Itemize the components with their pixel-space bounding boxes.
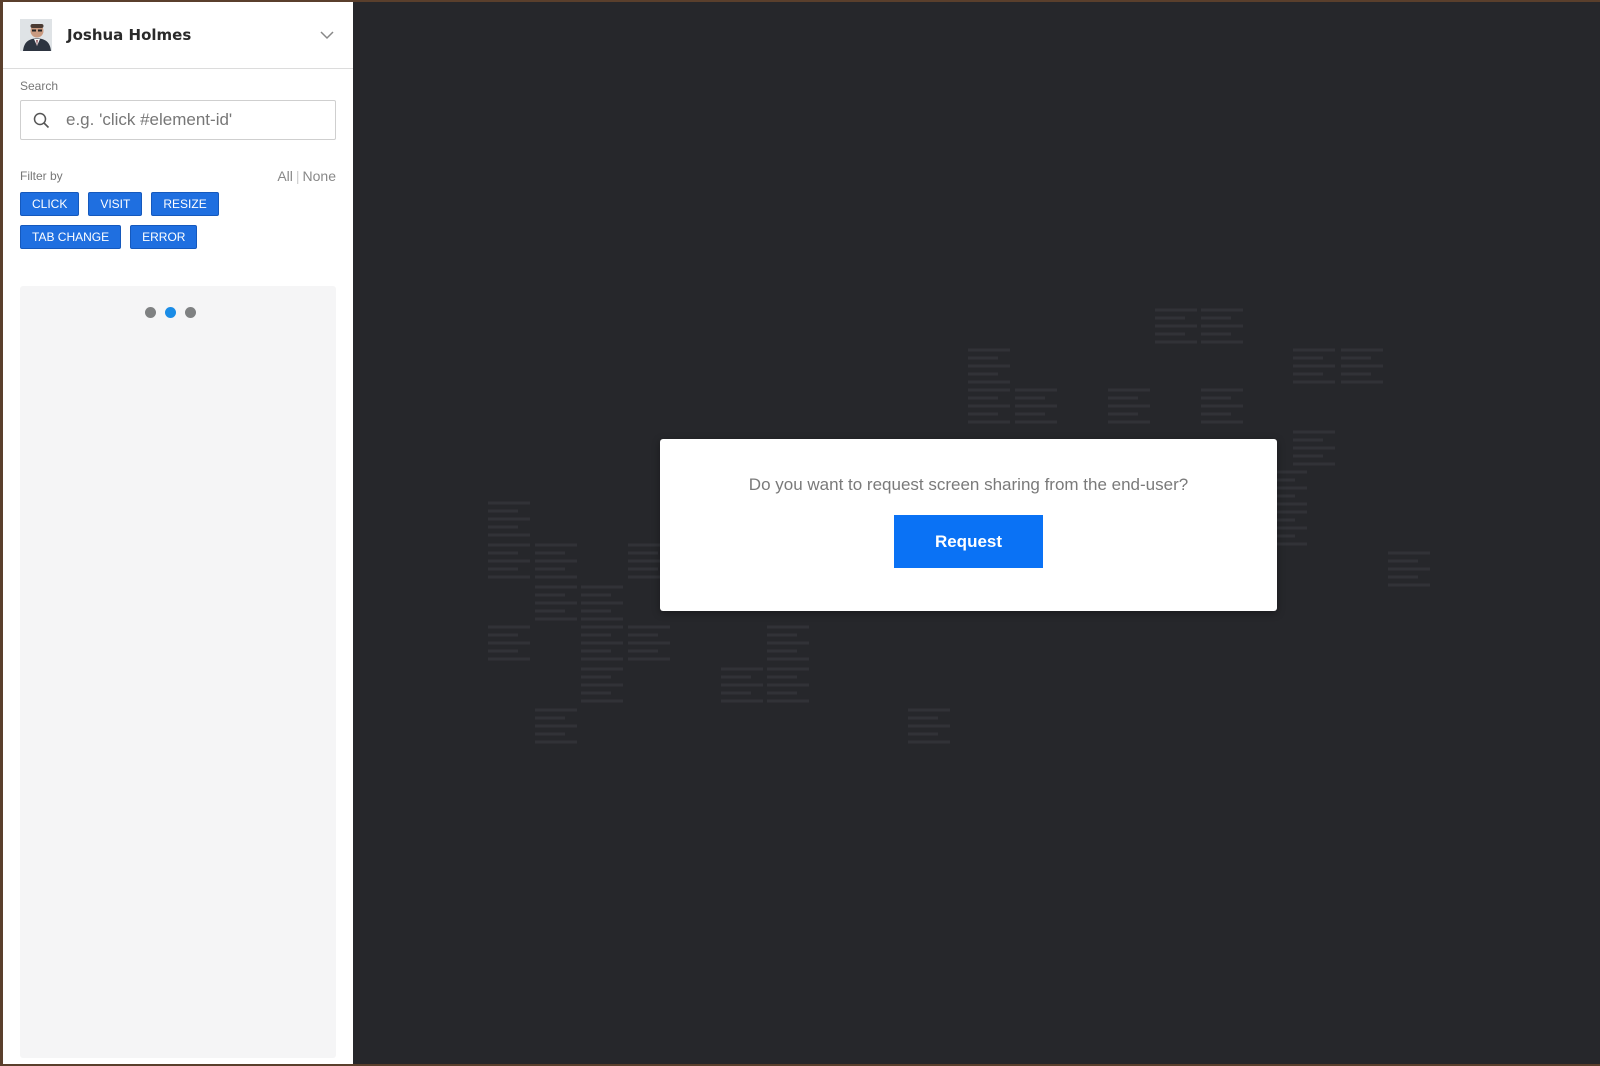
pattern-block [767,667,809,703]
search-label: Search [20,79,59,93]
filter-label: Filter by [20,169,63,183]
pattern-block [767,625,809,661]
filter-visit-button[interactable]: VISIT [88,192,143,216]
pattern-block [535,543,577,579]
app-window: Joshua Holmes Search Filter by All|None [3,2,1600,1064]
pattern-block [1341,348,1383,384]
loading-indicator [145,307,196,318]
loader-dot [145,307,156,318]
avatar [20,19,52,51]
loader-dot [185,307,196,318]
filter-click-button[interactable]: CLICK [20,192,80,216]
search-section: Search [3,69,353,140]
pattern-block [581,585,623,621]
pattern-block [968,388,1010,424]
pattern-block [968,348,1010,384]
pattern-block [488,543,530,579]
pattern-block [908,708,950,744]
filter-tab-change-button[interactable]: TAB CHANGE [20,225,122,249]
pattern-block [535,708,577,744]
dialog-message: Do you want to request screen sharing fr… [748,475,1189,494]
search-box[interactable] [20,100,336,140]
search-input[interactable] [64,109,308,131]
pattern-block [488,625,530,661]
pattern-block [581,667,623,703]
pattern-block [628,625,670,661]
pattern-block [1015,388,1057,424]
pattern-block [1155,308,1197,344]
pattern-block [1108,388,1150,424]
pattern-block [1201,308,1243,344]
filter-error-button[interactable]: ERROR [130,225,198,249]
events-list-panel[interactable] [20,286,336,1058]
filter-all-link[interactable]: All [277,168,293,184]
sidebar: Joshua Holmes Search Filter by All|None [3,2,353,1064]
filter-resize-button[interactable]: RESIZE [151,192,219,216]
loader-dot-active [165,307,176,318]
search-icon [33,112,50,128]
screen-share-dialog: Do you want to request screen sharing fr… [660,439,1277,611]
user-name: Joshua Holmes [67,26,192,44]
chevron-down-icon[interactable] [318,26,336,44]
pattern-block [721,667,763,703]
pattern-block [581,625,623,661]
pattern-block [488,501,530,537]
filter-toggles: All | None [277,168,336,184]
pattern-block [1388,551,1430,587]
request-button[interactable]: Request [894,515,1043,568]
filter-buttons: CLICK VISIT RESIZE TAB CHANGE ERROR [20,192,320,249]
pattern-block [1293,348,1335,384]
user-header[interactable]: Joshua Holmes [3,2,353,69]
pattern-block [535,585,577,621]
filter-none-link[interactable]: None [303,168,336,184]
screen-share-area: Do you want to request screen sharing fr… [353,2,1600,1064]
filter-separator: | [295,168,300,184]
filter-section: Filter by All | None CLICK VISIT RESIZE TA… [3,140,353,249]
pattern-block [1201,388,1243,424]
pattern-block [1293,430,1335,466]
